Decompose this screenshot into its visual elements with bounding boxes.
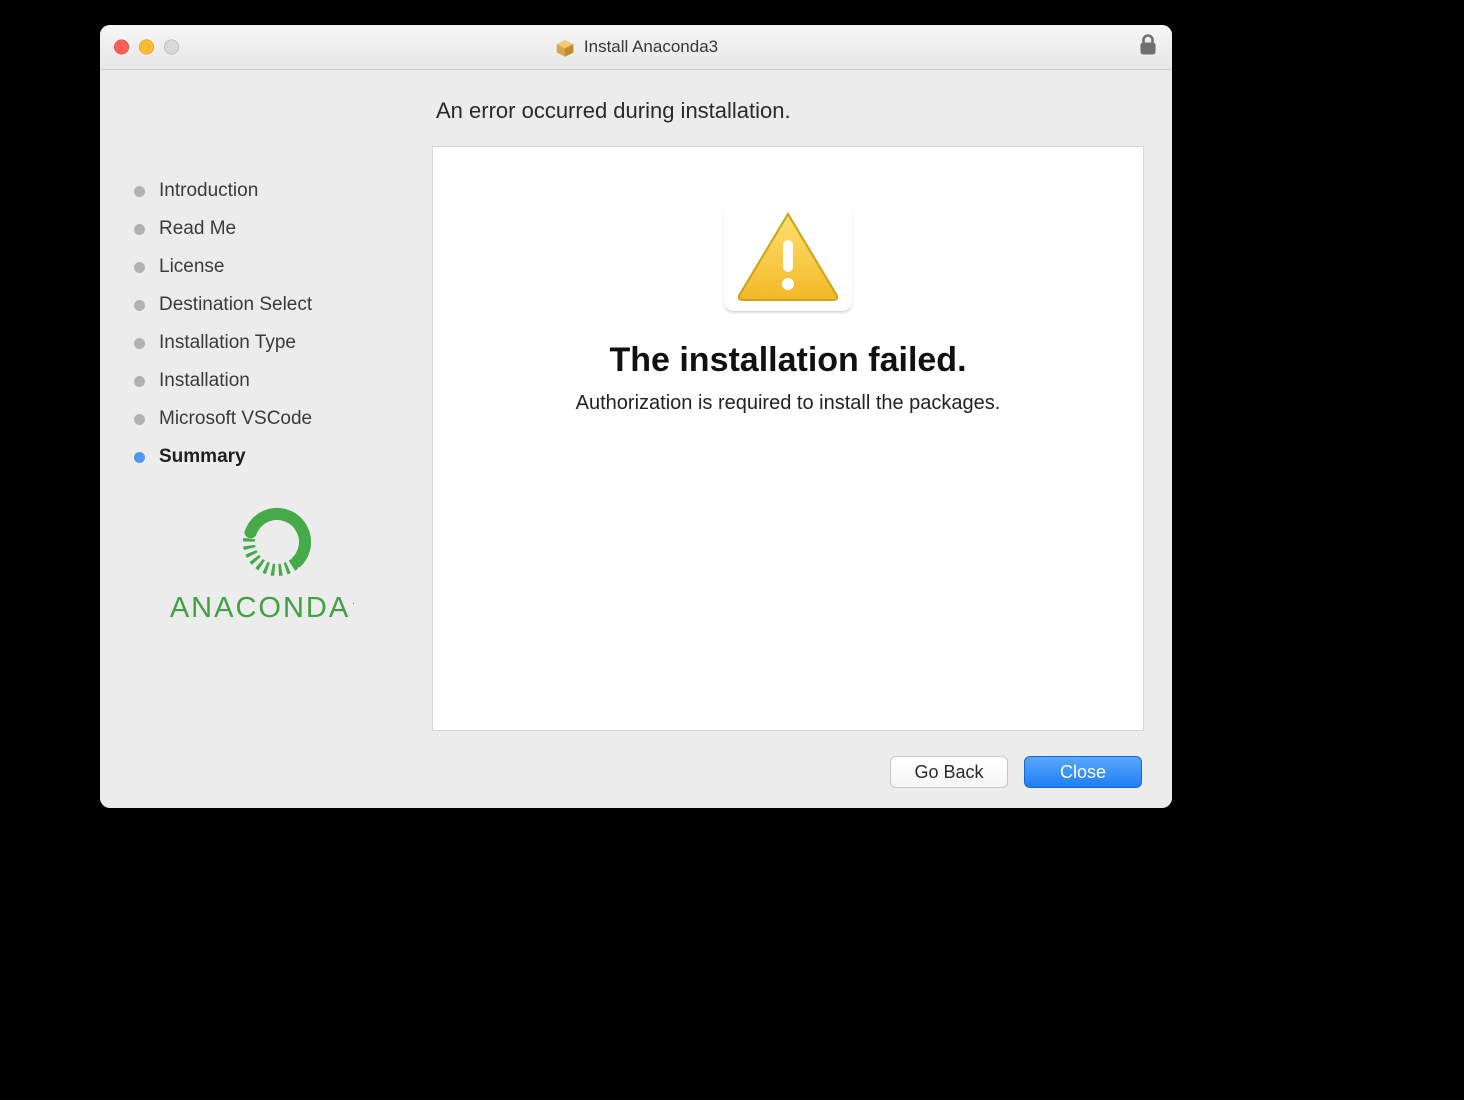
step-installation: Installation [134, 370, 424, 392]
minimize-window-icon[interactable] [139, 40, 154, 55]
anaconda-ring-icon [239, 504, 315, 580]
zoom-window-icon[interactable] [164, 40, 179, 55]
step-label: Read Me [159, 218, 236, 240]
lock-icon[interactable] [1138, 34, 1158, 61]
installer-window: Install Anaconda3 Introduction Read Me L… [100, 25, 1172, 808]
step-label: Microsoft VSCode [159, 408, 312, 430]
step-label: Destination Select [159, 294, 312, 316]
titlebar: Install Anaconda3 [100, 25, 1172, 70]
package-icon [554, 36, 576, 58]
step-microsoft-vscode: Microsoft VSCode [134, 408, 424, 430]
window-title: Install Anaconda3 [584, 37, 718, 57]
step-label: Installation [159, 370, 250, 392]
result-panel: The installation failed. Authorization i… [432, 146, 1144, 731]
step-introduction: Introduction [134, 180, 424, 202]
close-window-icon[interactable] [114, 40, 129, 55]
go-back-button[interactable]: Go Back [890, 756, 1008, 788]
anaconda-wordmark: ANACONDA. [130, 592, 390, 625]
anaconda-logo: ANACONDA. [130, 504, 424, 625]
page-subtitle: An error occurred during installation. [432, 70, 1144, 146]
step-installation-type: Installation Type [134, 332, 424, 354]
installer-steps-sidebar: Introduction Read Me License Destination… [128, 70, 424, 735]
step-label: Introduction [159, 180, 258, 202]
footer-buttons: Go Back Close [100, 735, 1172, 808]
step-label: License [159, 256, 225, 278]
step-license: License [134, 256, 424, 278]
result-heading: The installation failed. [609, 341, 966, 380]
step-summary: Summary [134, 446, 424, 468]
result-message: Authorization is required to install the… [576, 392, 1001, 415]
warning-icon [724, 201, 852, 311]
step-label: Summary [159, 446, 246, 468]
step-destination-select: Destination Select [134, 294, 424, 316]
window-controls [114, 40, 179, 55]
step-label: Installation Type [159, 332, 296, 354]
step-read-me: Read Me [134, 218, 424, 240]
close-button[interactable]: Close [1024, 756, 1142, 788]
